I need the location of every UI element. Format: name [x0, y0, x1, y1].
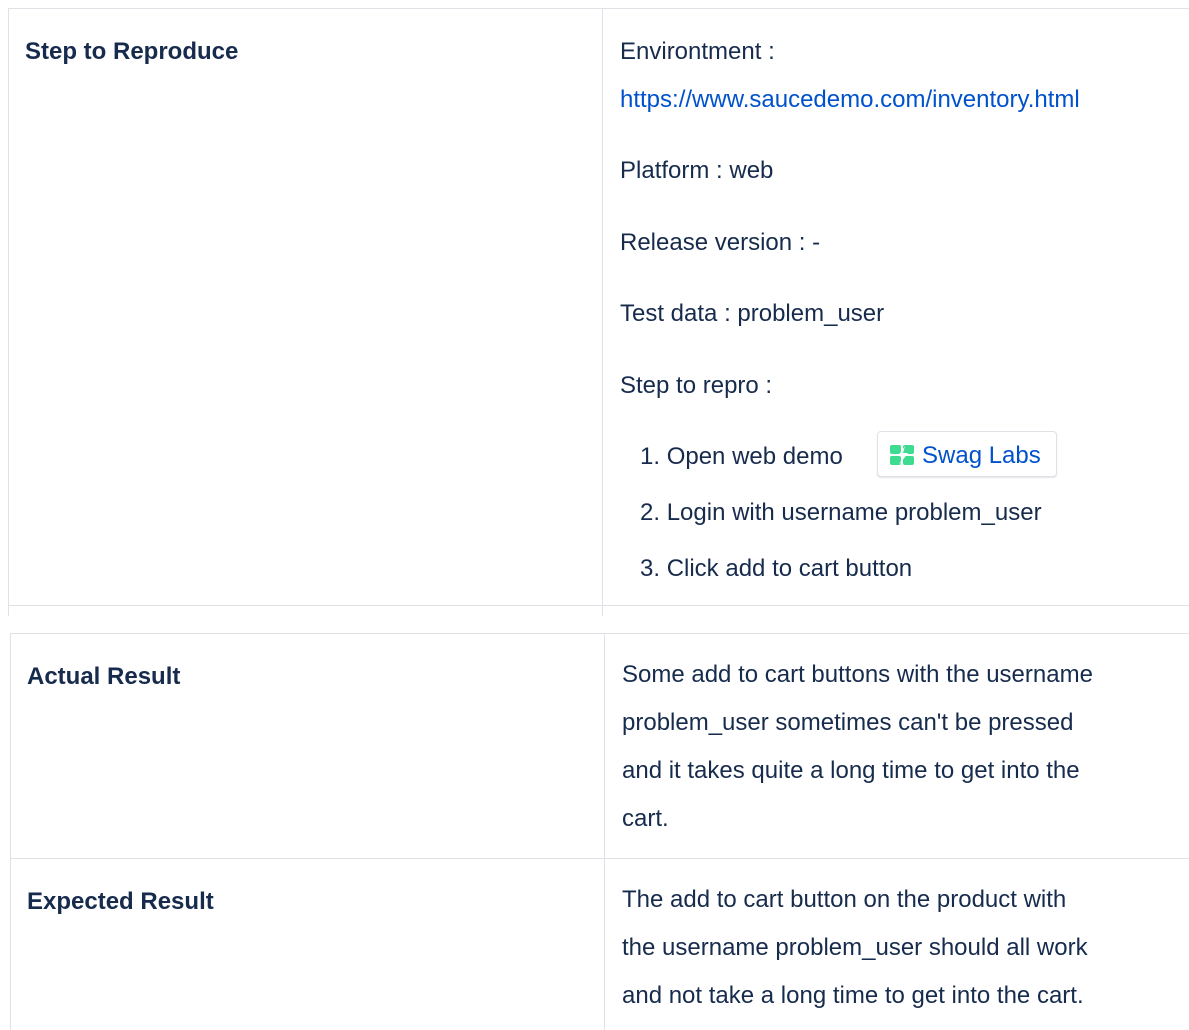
test-data-text: Test data : problem_user	[620, 300, 885, 327]
text-line: cart.	[622, 805, 669, 832]
text-line: and it takes quite a long time to get in…	[622, 757, 1080, 784]
environment-label: Environtment :	[620, 38, 775, 65]
text-line: the username problem_user should all wor…	[622, 934, 1088, 961]
step-number: 1.	[640, 443, 661, 470]
actual-result-text: Some add to cart buttons with the userna…	[622, 651, 1182, 843]
environment-url-link[interactable]: https://www.saucedemo.com/inventory.html	[620, 86, 1080, 114]
swag-labs-link-label: Swag Labs	[922, 442, 1041, 469]
results-table-row-border	[10, 858, 1189, 859]
text-line: The add to cart button on the product wi…	[622, 886, 1067, 913]
step-to-reproduce-label: Step to Reproduce	[25, 38, 239, 65]
steps-heading: Step to repro :	[620, 372, 773, 399]
results-table-divider	[604, 633, 605, 1030]
step-number: 2.	[640, 499, 661, 526]
step-text: Open web demo	[666, 443, 843, 470]
expected-result-label: Expected Result	[27, 888, 214, 915]
step-item-3: 3. Click add to cart button	[640, 555, 912, 583]
step-text: Click add to cart button	[666, 555, 913, 582]
text-line: problem_user sometimes can't be pressed	[622, 709, 1074, 736]
step-number: 3.	[640, 555, 661, 582]
release-version-text: Release version : -	[620, 229, 821, 256]
swag-labs-smart-link[interactable]: Swag Labs	[877, 431, 1057, 477]
expected-result-text: The add to cart button on the product wi…	[622, 876, 1182, 1020]
text-line: Some add to cart buttons with the userna…	[622, 661, 1093, 688]
step-item-2: 2. Login with username problem_user	[640, 499, 1042, 527]
platform-text: Platform : web	[620, 157, 774, 184]
actual-result-label: Actual Result	[27, 663, 181, 690]
step-text: Login with username problem_user	[666, 499, 1042, 526]
swag-labs-logo-icon	[890, 445, 914, 465]
steps-table-divider	[602, 8, 603, 616]
step-item-1: 1. Open web demo	[640, 443, 843, 471]
text-line: and not take a long time to get into the…	[622, 982, 1084, 1009]
steps-table-bottom-border	[8, 605, 1189, 606]
